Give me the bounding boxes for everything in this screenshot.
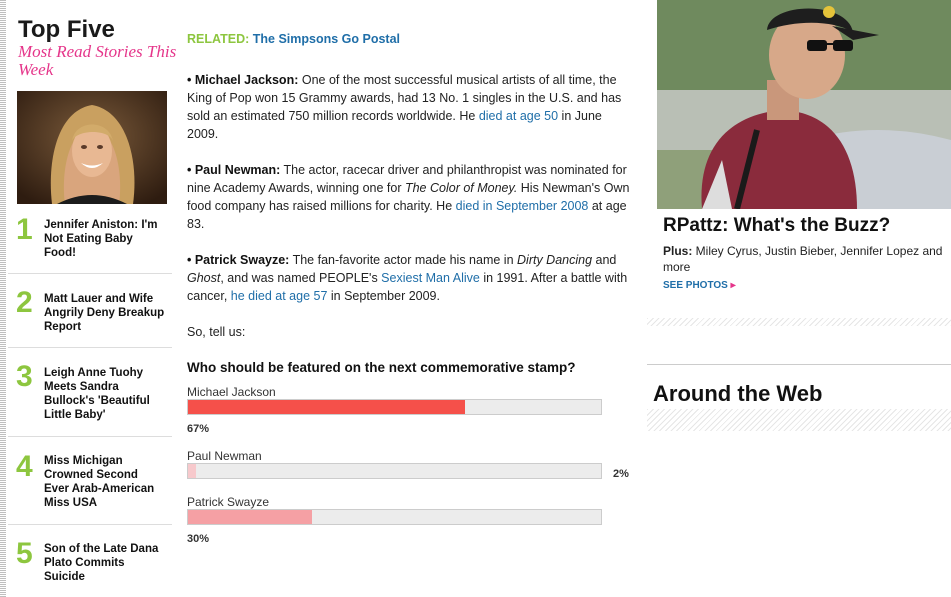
top-five-item-4[interactable]: 4 Miss Michigan Crowned Second Ever Arab… [8,437,172,525]
poll-bar-michael-jackson[interactable] [187,399,602,415]
paragraph-text: in September 2009. [327,289,440,303]
person-name: • Michael Jackson: [187,73,299,87]
poll-bar-patrick-swayze[interactable] [187,509,602,525]
sexiest-man-link[interactable]: Sexiest Man Alive [381,271,480,285]
movie-title: Ghost [187,271,221,285]
story-link[interactable]: Jennifer Aniston: I'm Not Eating Baby Fo… [44,218,166,260]
jennifer-aniston-photo[interactable] [17,91,167,204]
person-name: • Paul Newman: [187,163,281,177]
poll-percent: 30% [187,533,210,545]
see-photos-link[interactable]: SEE PHOTOS ▸ [663,280,736,291]
rank-number: 4 [16,450,33,483]
divider-hatch [647,318,951,326]
so-tell-us: So, tell us: [187,325,246,339]
poll-bar-paul-newman[interactable] [187,463,602,479]
see-photos-label[interactable]: SEE PHOTOS [663,280,728,291]
top-five-title: Top Five [18,16,115,43]
poll-question: Who should be featured on the next comme… [187,360,576,375]
died-link[interactable]: he died at age 57 [231,289,328,303]
rpattz-photo[interactable] [657,0,951,209]
arrow-right-icon: ▸ [730,280,736,291]
paragraph-paul-newman: • Paul Newman: The actor, racecar driver… [187,161,632,233]
story-link[interactable]: Son of the Late Dana Plato Commits Suici… [44,542,166,584]
divider-line [647,364,951,365]
poll-bar-fill [188,510,312,524]
rank-number: 1 [16,213,33,246]
paragraph-text: , and was named PEOPLE's [220,271,382,285]
paragraph-michael-jackson: • Michael Jackson: One of the most succe… [187,71,632,143]
feature-title[interactable]: RPattz: What's the Buzz? [663,215,890,237]
top-five-item-2[interactable]: 2 Matt Lauer and Wife Angrily Deny Break… [8,274,172,348]
top-five-item-5[interactable]: 5 Son of the Late Dana Plato Commits Sui… [8,525,172,597]
feature-plus: Plus: Miley Cyrus, Justin Bieber, Jennif… [663,243,951,275]
died-link[interactable]: died in September 2008 [456,199,589,213]
top-five-sidebar: Top Five Most Read Stories This Week 1 J… [8,0,176,597]
poll-percent: 67% [187,423,210,435]
sidebar-border [0,0,6,597]
movie-title: The Color of Money. [404,181,518,195]
related-link[interactable]: The Simpsons Go Postal [253,32,400,46]
died-link[interactable]: died at age 50 [479,109,558,123]
top-five-item-3[interactable]: 3 Leigh Anne Tuohy Meets Sandra Bullock'… [8,348,172,437]
related-label: RELATED: [187,32,250,46]
story-link[interactable]: Miss Michigan Crowned Second Ever Arab-A… [44,454,166,510]
around-the-web-hatch [647,409,951,431]
related-line: RELATED: The Simpsons Go Postal [187,30,400,48]
paragraph-text: and [592,253,617,267]
rank-number: 5 [16,537,33,570]
top-five-subtitle: Most Read Stories This Week [18,42,177,79]
rank-number: 3 [16,360,33,393]
around-the-web-title: Around the Web [653,381,823,406]
poll-percent: 2% [613,468,629,480]
movie-title: Dirty Dancing [517,253,593,267]
plus-label: Plus: [663,244,693,258]
person-name: • Patrick Swayze: [187,253,290,267]
top-five-item-1[interactable]: 1 Jennifer Aniston: I'm Not Eating Baby … [8,207,172,274]
paragraph-text: The fan-favorite actor made his name in [289,253,518,267]
poll-bar-fill [188,464,197,478]
poll-bar-fill [188,400,465,414]
paragraph-patrick-swayze: • Patrick Swayze: The fan-favorite actor… [187,251,632,305]
story-link[interactable]: Matt Lauer and Wife Angrily Deny Breakup… [44,292,166,334]
plus-text: Miley Cyrus, Justin Bieber, Jennifer Lop… [663,244,943,274]
story-link[interactable]: Leigh Anne Tuohy Meets Sandra Bullock's … [44,366,166,422]
rank-number: 2 [16,286,33,319]
